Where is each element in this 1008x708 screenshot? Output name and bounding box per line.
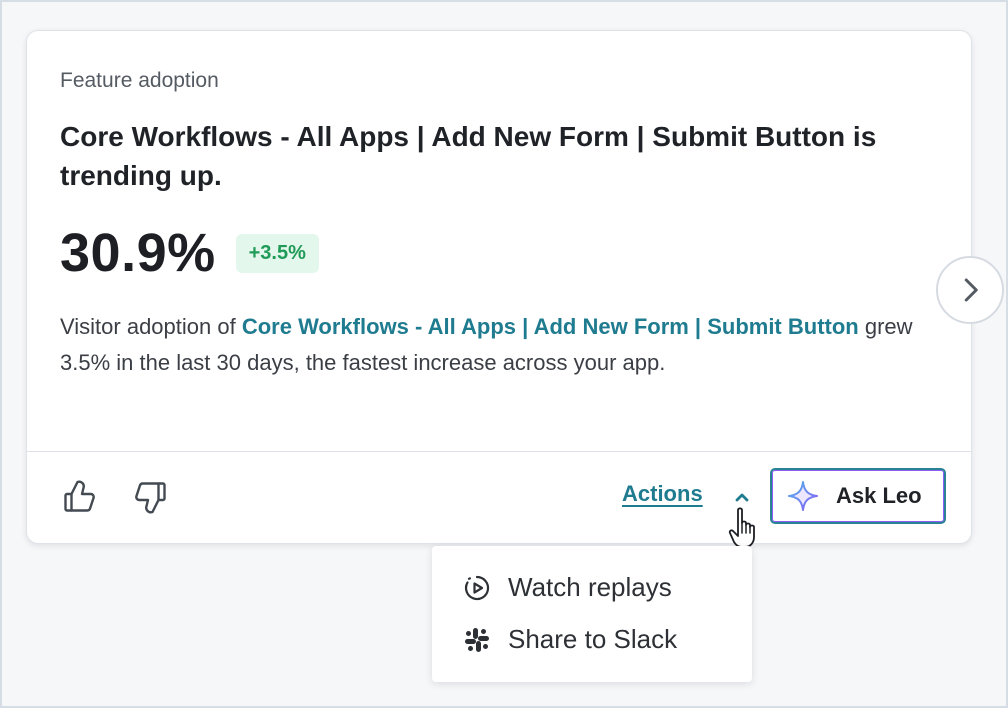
menu-item-label: Watch replays xyxy=(508,572,672,602)
description-prefix: Visitor adoption of xyxy=(60,314,242,339)
card-footer-divider xyxy=(27,451,971,452)
thumbs-down-icon xyxy=(135,482,166,514)
thumbs-up-button[interactable] xyxy=(61,479,97,515)
chevron-right-icon xyxy=(964,278,978,302)
metric-row: 30.9% +3.5% xyxy=(60,223,319,283)
menu-item-label: Share to Slack xyxy=(508,624,678,654)
feature-link[interactable]: Core Workflows - All Apps | Add New Form… xyxy=(242,314,859,339)
metric-value: 30.9% xyxy=(60,223,216,283)
slack-icon xyxy=(465,627,489,652)
insight-title: Core Workflows - All Apps | Add New Form… xyxy=(60,121,877,191)
thumbs-up-icon xyxy=(64,480,95,512)
replay-icon xyxy=(464,575,490,600)
thumbs-down-button[interactable] xyxy=(133,479,169,515)
menu-item-share-to-slack[interactable]: Share to Slack xyxy=(462,624,677,655)
sparkle-icon xyxy=(788,481,818,511)
actions-menu-link[interactable]: Actions xyxy=(622,481,703,507)
delta-badge: +3.5% xyxy=(235,233,319,273)
actions-dropdown-menu: Watch replays Share to Slack xyxy=(432,546,752,682)
next-card-button[interactable] xyxy=(936,256,1004,324)
menu-item-watch-replays[interactable]: Watch replays xyxy=(462,572,672,603)
hand-pointer-cursor-icon xyxy=(728,507,755,548)
card-category-label: Feature adoption xyxy=(60,69,219,92)
insight-description: Visitor adoption of Core Workflows - All… xyxy=(60,309,940,381)
insight-card: Feature adoption Core Workflows - All Ap… xyxy=(26,30,972,544)
chevron-up-icon[interactable] xyxy=(732,487,752,507)
ask-leo-button[interactable]: Ask Leo xyxy=(770,468,946,524)
ask-leo-label: Ask Leo xyxy=(836,483,922,508)
